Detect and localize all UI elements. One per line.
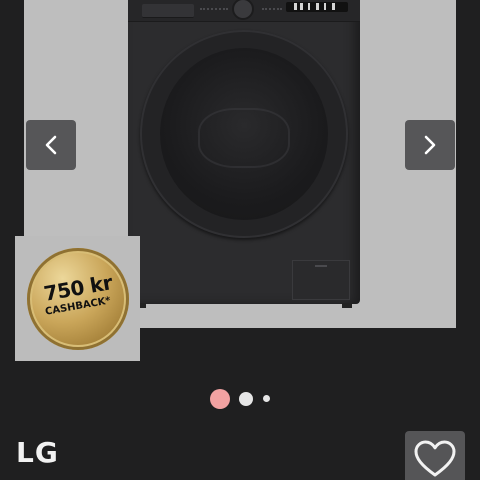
gallery-prev-button[interactable]: [26, 120, 76, 170]
chevron-left-icon: [45, 135, 57, 155]
gallery-pagination: [0, 389, 480, 409]
pagination-dot-1[interactable]: [210, 389, 230, 409]
gallery-next-button[interactable]: [405, 120, 455, 170]
washing-machine-image: [128, 0, 360, 308]
cashback-badge[interactable]: 750 kr CASHBACK*: [15, 236, 140, 361]
favorite-button[interactable]: [405, 431, 465, 480]
pagination-dot-3[interactable]: [263, 395, 270, 402]
cashback-coin-icon: 750 kr CASHBACK*: [27, 248, 129, 350]
heart-icon: [414, 440, 456, 477]
pagination-dot-2[interactable]: [239, 392, 253, 406]
brand-name[interactable]: LG: [16, 436, 59, 469]
chevron-right-icon: [424, 135, 436, 155]
